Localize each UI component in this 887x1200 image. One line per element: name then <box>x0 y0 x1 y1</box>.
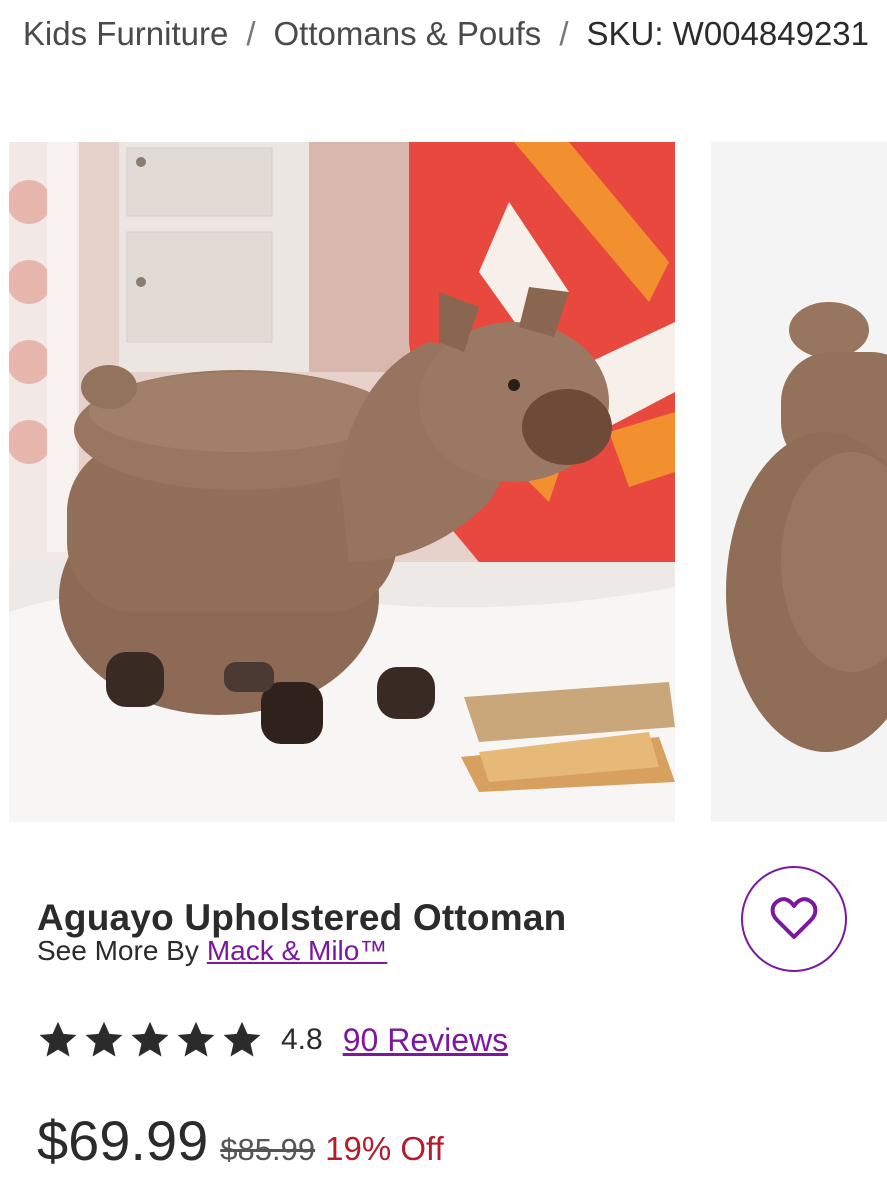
product-image-carousel[interactable] <box>0 142 887 822</box>
star-rating <box>37 1020 263 1060</box>
original-price: $85.99 <box>220 1132 316 1167</box>
star-icon <box>131 1021 169 1057</box>
breadcrumb-item-kids-furniture[interactable]: Kids Furniture <box>23 12 228 56</box>
see-more-label: See More By <box>37 935 199 966</box>
star-icon <box>85 1021 123 1057</box>
star-icon <box>223 1021 261 1057</box>
heart-icon <box>770 897 818 939</box>
alpaca-ottoman-photo <box>9 142 675 822</box>
discount-badge: 19% Off <box>325 1130 444 1167</box>
ottoman-detail-photo <box>711 142 887 822</box>
rating-value: 4.8 <box>281 1023 323 1056</box>
brand-link[interactable]: Mack & Milo™ <box>207 935 387 966</box>
breadcrumb-separator: / <box>246 15 256 52</box>
product-title: Aguayo Upholstered Ottoman <box>37 896 567 938</box>
see-more-by: See More By Mack & Milo™ <box>37 935 387 967</box>
breadcrumb-sku: SKU: W004849231 <box>586 15 869 52</box>
reviews-link[interactable]: 90 Reviews <box>343 1022 508 1059</box>
breadcrumb: Kids Furniture / Ottomans & Poufs / SKU:… <box>0 12 887 56</box>
price-block: $69.99 $85.99 19% Off <box>37 1108 444 1173</box>
star-icon <box>39 1021 77 1057</box>
product-image-main[interactable] <box>9 142 675 822</box>
star-icon <box>177 1021 215 1057</box>
breadcrumb-separator: / <box>559 15 569 52</box>
add-to-favorites-button[interactable] <box>741 866 847 972</box>
rating-summary: 4.8 90 Reviews <box>37 1015 508 1065</box>
sale-price: $69.99 <box>37 1109 209 1172</box>
breadcrumb-item-ottomans-poufs[interactable]: Ottomans & Poufs <box>274 12 542 56</box>
product-image-next[interactable] <box>711 142 887 822</box>
